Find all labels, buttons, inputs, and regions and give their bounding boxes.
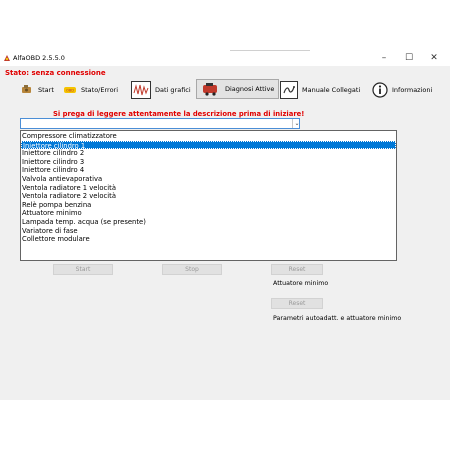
start-button[interactable]: Start: [53, 264, 113, 275]
actuator-dropdown-list: Compressore climatizzatore Iniettore cil…: [20, 130, 397, 261]
list-item[interactable]: Ventola radiatore 2 velocità: [21, 192, 396, 201]
minimize-button[interactable]: –: [375, 52, 393, 64]
list-item[interactable]: Iniettore cilindro 4: [21, 166, 396, 175]
toolbar-stato-errori-button[interactable]: OBD Stato/Errori: [63, 80, 118, 100]
toolbar-manuale-collegati-label: Manuale Collegati: [302, 86, 361, 94]
list-item[interactable]: Relè pompa benzina: [21, 201, 396, 210]
list-item-selected[interactable]: Iniettore cilindro 1: [21, 140, 396, 150]
window-title: AlfaOBD 2.5.5.0: [13, 54, 65, 62]
toolbar-stato-errori-label: Stato/Errori: [81, 86, 119, 94]
toolbar-diagnosi-attive-button[interactable]: Diagnosi Attive: [196, 79, 280, 99]
attuatore-minimo-label: Attuatore minimo: [273, 280, 329, 287]
reset-attuatore-button[interactable]: Reset: [271, 264, 323, 275]
toolbar-dati-grafici-button[interactable]: Dati grafici: [131, 80, 191, 100]
parametri-label: Parametri autoadatt. e attuatore minimo: [273, 315, 402, 322]
chevron-down-icon[interactable]: ⌄: [292, 119, 301, 128]
app-logo-icon: [3, 54, 11, 62]
list-item[interactable]: Lampada temp. acqua (se presente): [21, 218, 396, 227]
svg-text:OBD: OBD: [66, 89, 74, 93]
title-bar-divider: [230, 50, 310, 51]
warning-notice: Si prega di leggere attentamente la desc…: [53, 110, 305, 118]
info-icon: [372, 82, 388, 98]
manual-icon: [280, 81, 298, 99]
list-item[interactable]: Ventola radiatore 1 velocità: [21, 184, 396, 193]
toolbar-start-label: Start: [38, 86, 54, 94]
connection-status: Stato: senza connessione: [5, 69, 106, 77]
toolbar-start-button[interactable]: Start: [20, 80, 54, 100]
list-item[interactable]: Variatore di fase: [21, 227, 396, 236]
list-item[interactable]: Iniettore cilindro 3: [21, 158, 396, 167]
check-engine-icon: OBD: [63, 83, 77, 97]
engine-icon: [20, 83, 34, 97]
stop-button[interactable]: Stop: [162, 264, 222, 275]
car-engine-icon: [201, 82, 221, 96]
list-item[interactable]: Compressore climatizzatore: [21, 132, 396, 141]
maximize-button[interactable]: ☐: [400, 52, 418, 64]
list-item[interactable]: Iniettore cilindro 2: [21, 149, 396, 158]
toolbar-informazioni-button[interactable]: Informazioni: [372, 80, 432, 100]
toolbar-informazioni-label: Informazioni: [392, 86, 433, 94]
waveform-icon: [131, 81, 151, 99]
toolbar-dati-grafici-label: Dati grafici: [155, 86, 191, 94]
toolbar-manuale-collegati-button[interactable]: Manuale Collegati: [280, 80, 360, 100]
list-item[interactable]: Collettore modulare: [21, 235, 396, 244]
close-button[interactable]: ✕: [425, 52, 443, 64]
list-item[interactable]: Attuatore minimo: [21, 209, 396, 218]
actuator-select[interactable]: [20, 118, 300, 129]
reset-parametri-button[interactable]: Reset: [271, 298, 323, 309]
list-item[interactable]: Valvola antievaporativa: [21, 175, 396, 184]
toolbar-diagnosi-attive-label: Diagnosi Attive: [225, 85, 275, 93]
